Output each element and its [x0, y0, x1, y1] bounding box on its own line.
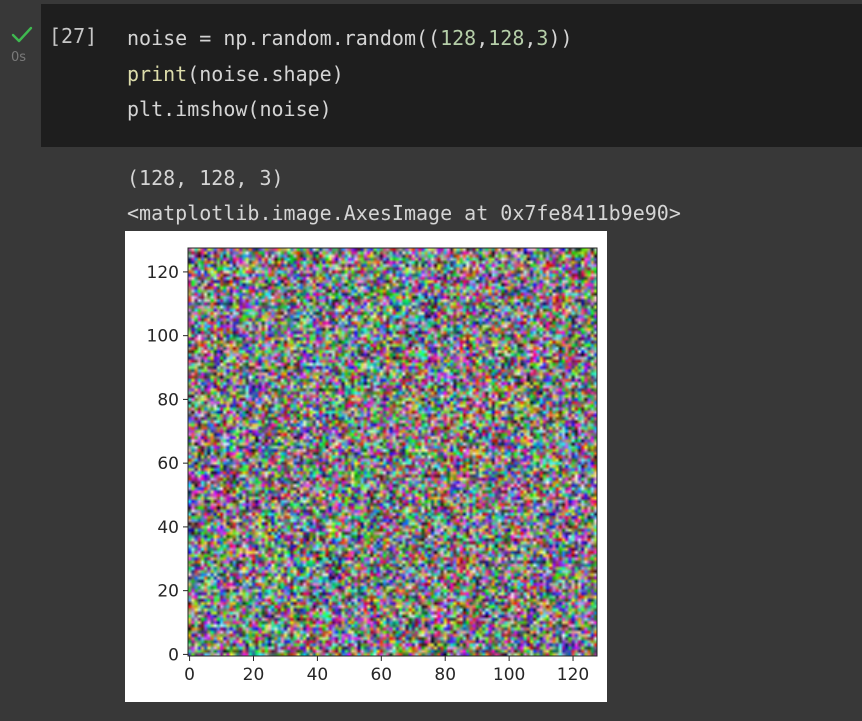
x-tick-label: 120: [557, 665, 589, 685]
x-tick-label: 100: [493, 665, 525, 685]
code-line-1: noise = np.random.random((128,128,3)): [127, 26, 573, 50]
repr-output: <matplotlib.image.AxesImage at 0x7fe8411…: [127, 201, 681, 225]
imshow-figure: 0 20 40 60 80 100 120 0 20 40 60 80 100 120: [125, 231, 607, 702]
code-token: )): [548, 26, 573, 50]
code-token: ,: [476, 26, 489, 50]
code-number: 128: [488, 26, 525, 50]
checkmark-icon[interactable]: [11, 26, 33, 44]
cell-gutter: 0s: [0, 0, 40, 147]
code-line-2: print(noise.shape): [127, 62, 344, 86]
code-line-3: plt.imshow(noise): [127, 97, 332, 121]
code-number: 3: [536, 26, 549, 50]
stdout-output: (128, 128, 3): [127, 166, 284, 190]
y-tick-label: 40: [157, 518, 179, 538]
code-editor[interactable]: [27] noise = np.random.random((128,128,3…: [41, 4, 862, 147]
plot-svg: 0 20 40 60 80 100 120 0 20 40 60 80 100 120: [147, 247, 598, 685]
x-tick-label: 0: [184, 665, 195, 685]
notebook: 0s [27] noise = np.random.random((128,12…: [0, 0, 862, 721]
x-tick-label: 40: [307, 665, 329, 685]
y-tick-label: 120: [147, 263, 179, 283]
execution-time: 0s: [11, 50, 27, 65]
code-token: noise = np.random.random((: [127, 26, 441, 50]
code-number: 128: [440, 26, 477, 50]
x-tick-label: 60: [370, 665, 392, 685]
code-token: (noise.shape): [187, 62, 344, 86]
execution-count: [27]: [49, 24, 98, 48]
code-token: ,: [524, 26, 537, 50]
y-tick-label: 80: [157, 390, 179, 410]
y-tick-label: 0: [168, 645, 179, 665]
y-tick-label: 60: [157, 454, 179, 474]
noise-image: [188, 248, 597, 656]
x-tick-label: 80: [434, 665, 456, 685]
noise-image-raster: [188, 248, 597, 656]
code-function: print: [127, 62, 188, 86]
y-tick-label: 20: [157, 582, 179, 602]
y-tick-label: 100: [147, 327, 179, 347]
x-tick-label: 20: [243, 665, 265, 685]
